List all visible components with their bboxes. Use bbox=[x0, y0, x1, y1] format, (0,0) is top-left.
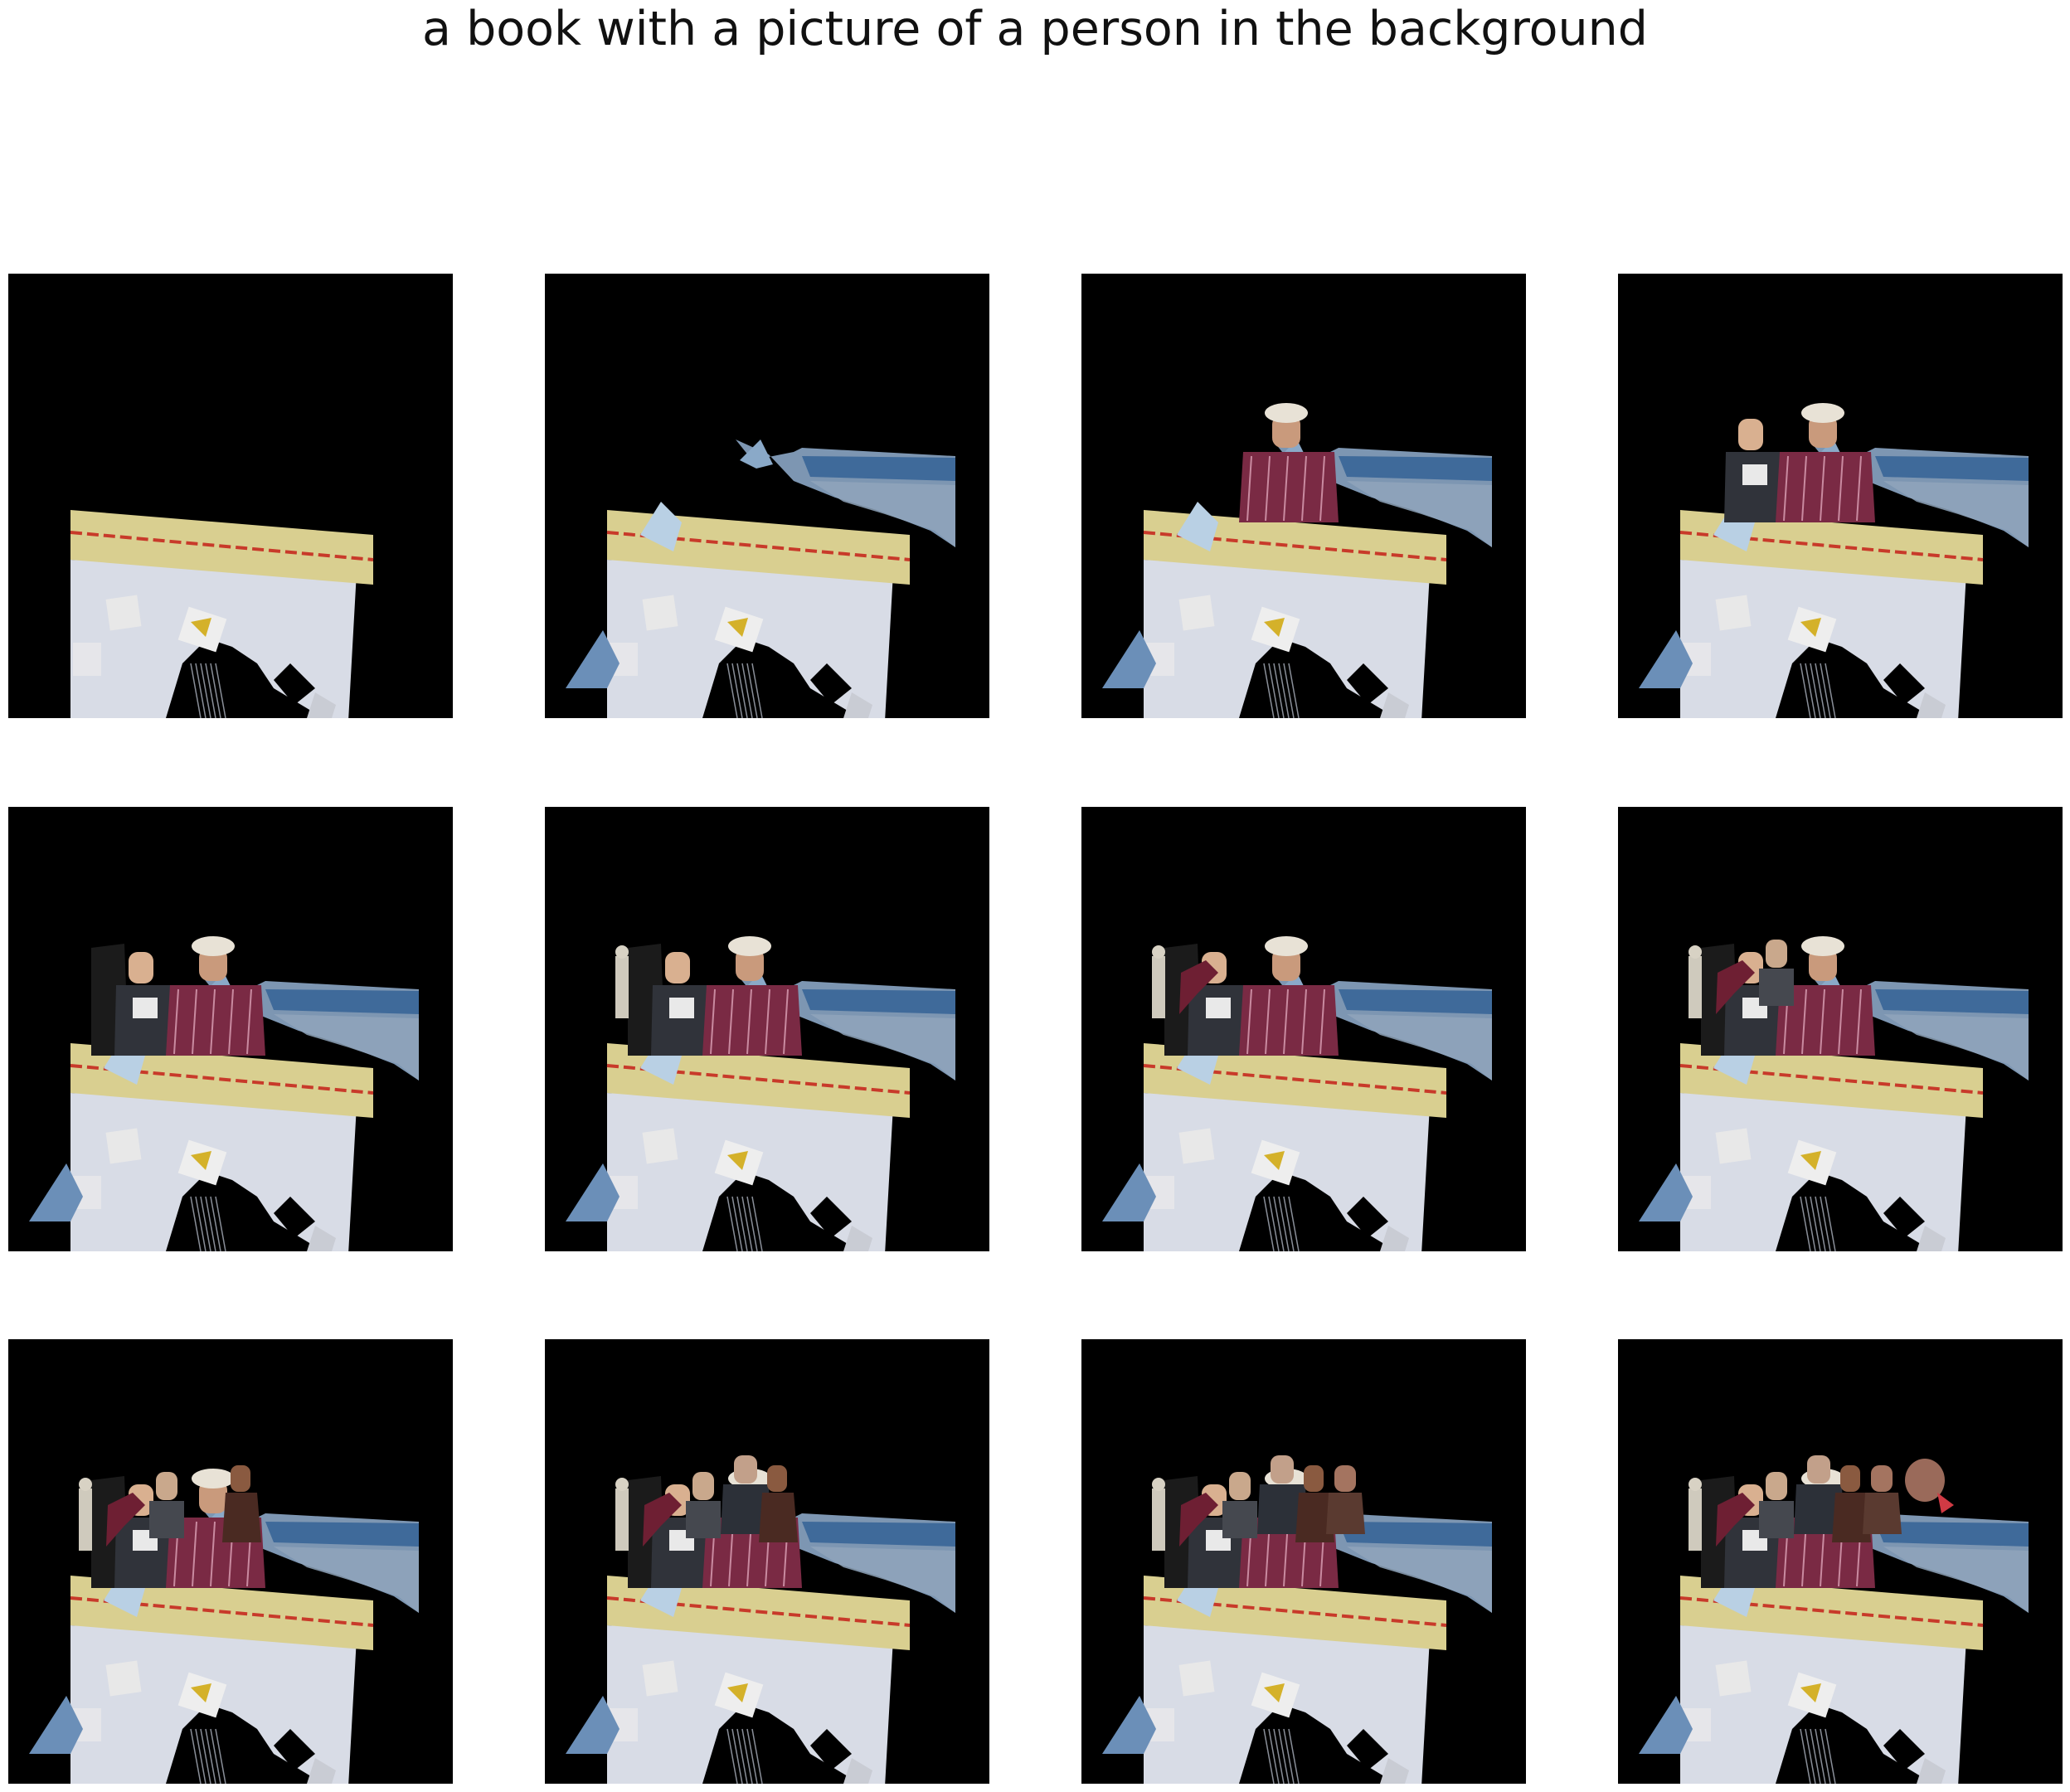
panel-image bbox=[545, 1339, 989, 1784]
image-panel-3 bbox=[1081, 274, 1526, 718]
statue-figure bbox=[1152, 1478, 1165, 1551]
image-panel-1 bbox=[8, 274, 453, 718]
panel-image bbox=[1081, 1339, 1526, 1784]
image-panel-6 bbox=[545, 807, 989, 1251]
image-grid bbox=[8, 274, 2063, 1784]
statue-figure bbox=[79, 1478, 92, 1551]
statue-figure bbox=[1689, 945, 1702, 1018]
image-panel-12 bbox=[1618, 1339, 2063, 1784]
statue-figure bbox=[1689, 1478, 1702, 1551]
panel-image bbox=[1618, 274, 2063, 718]
statue-figure bbox=[1152, 945, 1165, 1018]
panel-image bbox=[1081, 807, 1526, 1251]
panel-image bbox=[545, 274, 989, 718]
image-panel-10 bbox=[545, 1339, 989, 1784]
statue-figure bbox=[615, 945, 629, 1018]
panel-image bbox=[1618, 1339, 2063, 1784]
panel-image bbox=[8, 1339, 453, 1784]
panel-image bbox=[8, 807, 453, 1251]
image-panel-8 bbox=[1618, 807, 2063, 1251]
panel-image bbox=[1618, 807, 2063, 1251]
image-panel-5 bbox=[8, 807, 453, 1251]
image-panel-11 bbox=[1081, 1339, 1526, 1784]
panel-image bbox=[8, 274, 453, 718]
panel-image bbox=[1081, 274, 1526, 718]
panel-image bbox=[545, 807, 989, 1251]
image-panel-9 bbox=[8, 1339, 453, 1784]
figure-title: a book with a picture of a person in the… bbox=[422, 2, 1648, 56]
image-panel-4 bbox=[1618, 274, 2063, 718]
image-panel-2 bbox=[545, 274, 989, 718]
statue-figure bbox=[615, 1478, 629, 1551]
image-panel-7 bbox=[1081, 807, 1526, 1251]
